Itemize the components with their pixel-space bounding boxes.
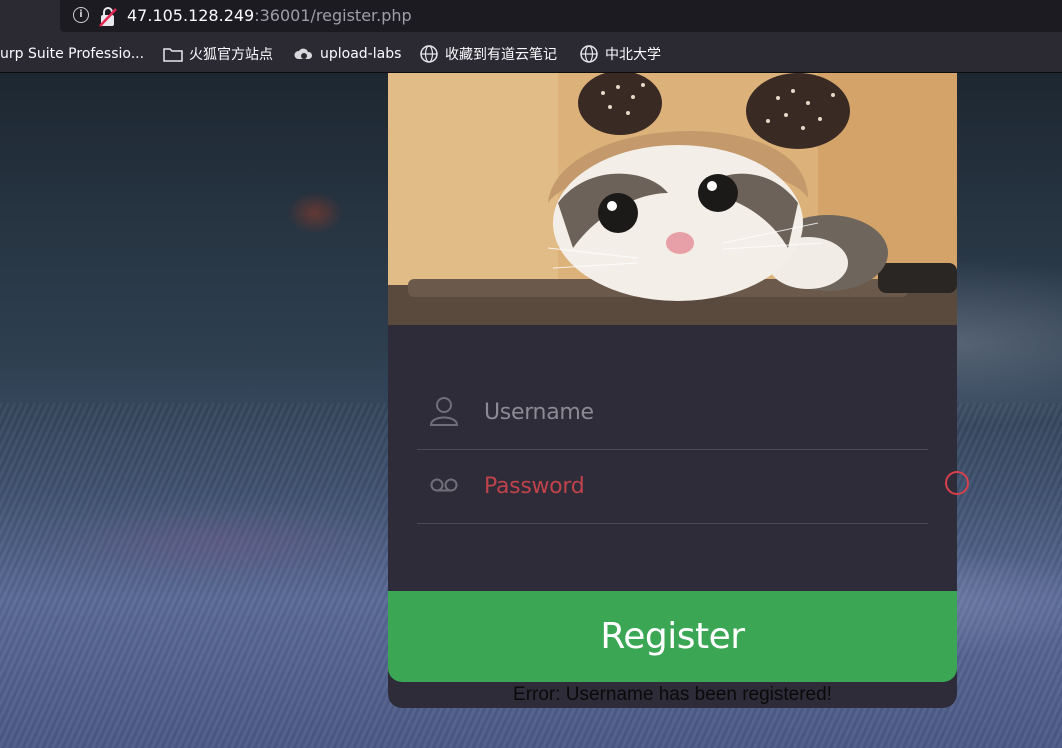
bookmark-upload-labs[interactable]: upload-labs: [294, 36, 401, 72]
password-error-icon: [945, 471, 969, 495]
cloud-icon: [294, 48, 313, 59]
cat-illustration: [388, 73, 957, 325]
register-card: Username Password Register Error: Userna…: [388, 73, 969, 708]
globe-icon: [420, 45, 438, 63]
bookmark-nuc[interactable]: 中北大学: [579, 36, 661, 72]
bookmark-youdao-note[interactable]: 收藏到有道云笔记: [419, 36, 557, 72]
url-path: :36001/register.php: [254, 6, 412, 25]
error-message: Error: Username has been registered!: [513, 684, 832, 705]
username-placeholder: Username: [484, 400, 594, 425]
voicemail-icon: [430, 478, 458, 492]
password-placeholder: Password: [484, 474, 585, 499]
bookmark-label: 火狐官方站点: [189, 47, 273, 63]
password-field[interactable]: Password: [417, 449, 928, 524]
bookmarks-toolbar: urp Suite Professio... 火狐官方站点 upload-lab…: [0, 36, 1062, 73]
register-button[interactable]: Register: [388, 591, 957, 682]
cat-photo: [388, 73, 957, 325]
folder-icon: [163, 48, 183, 62]
info-icon[interactable]: i: [73, 7, 89, 23]
bookmark-firefox-sites[interactable]: 火狐官方站点: [163, 36, 273, 72]
browser-toolbar: i 47.105.128.249:36001/register.php: [0, 0, 1062, 36]
bookmark-burp-suite[interactable]: urp Suite Professio...: [0, 36, 144, 72]
insecure-connection-icon[interactable]: [98, 6, 118, 28]
user-icon: [429, 397, 459, 426]
bookmark-label: 收藏到有道云笔记: [445, 47, 557, 63]
bookmark-label: urp Suite Professio...: [0, 46, 145, 62]
bookmark-label: upload-labs: [320, 46, 402, 62]
username-field[interactable]: Username: [417, 375, 928, 450]
url-text[interactable]: 47.105.128.249:36001/register.php: [127, 5, 412, 27]
globe-icon: [580, 45, 598, 63]
bookmark-label: 中北大学: [605, 47, 661, 63]
url-host: 47.105.128.249: [127, 6, 255, 25]
